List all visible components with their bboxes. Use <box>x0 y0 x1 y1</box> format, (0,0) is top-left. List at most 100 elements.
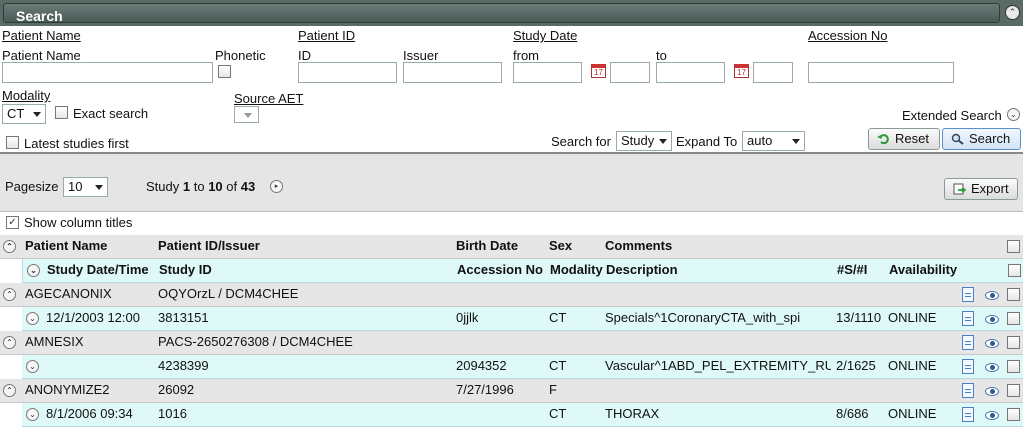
eye-icon[interactable] <box>985 291 999 300</box>
eye-icon[interactable] <box>985 363 999 372</box>
study-row[interactable]: ⌄ 8/1/2006 09:34 1016 CT THORAX 8/686 ON… <box>22 403 1023 427</box>
expand-to-label: Expand To <box>676 134 738 149</box>
extended-search-expand-icon[interactable]: ⌄ <box>1007 108 1020 121</box>
modality-value: CT <box>7 106 25 121</box>
select-checkbox[interactable] <box>1007 336 1020 349</box>
chevron-down-icon <box>95 185 103 190</box>
search-for-select[interactable]: Study <box>616 131 672 151</box>
study-row[interactable]: ⌄ 4238399 2094352 CT Vascular^1ABD_PEL_E… <box>22 355 1023 379</box>
modality-section: Modality <box>2 88 51 103</box>
chevron-down-icon <box>792 139 800 144</box>
calendar-icon[interactable]: 17 <box>734 64 749 78</box>
issuer-label: Issuer <box>403 48 439 63</box>
latest-first-label: Latest studies first <box>24 136 129 151</box>
description: THORAX <box>605 406 660 421</box>
document-icon[interactable] <box>962 335 974 350</box>
patient-row[interactable]: ⌃ AMNESIX PACS-2650276308 / DCM4CHEE <box>0 331 1023 355</box>
accession-input[interactable] <box>808 62 954 83</box>
search-button[interactable]: Search <box>942 128 1021 150</box>
expand-icon[interactable]: ⌄ <box>27 264 40 277</box>
collapse-panel-icon[interactable]: ⌃ <box>1005 5 1020 20</box>
search-for-value: Study <box>621 133 655 148</box>
paging-study-word: Study <box>146 179 180 194</box>
date-to-input[interactable] <box>656 62 725 83</box>
patient-name-input[interactable] <box>2 62 213 83</box>
col-series-instances: #S/#I <box>837 262 868 277</box>
patient-id-input[interactable] <box>298 62 397 83</box>
select-checkbox[interactable] <box>1007 288 1020 301</box>
collapse-icon[interactable]: ⌃ <box>3 384 16 397</box>
modality: CT <box>549 358 567 373</box>
select-checkbox[interactable] <box>1008 264 1021 277</box>
paging-to-word: to <box>193 179 205 194</box>
select-checkbox[interactable] <box>1007 360 1020 373</box>
latest-first-checkbox[interactable] <box>6 136 19 149</box>
extended-search-label[interactable]: Extended Search <box>902 108 1002 123</box>
select-checkbox[interactable] <box>1007 312 1020 325</box>
from-label: from <box>513 48 539 63</box>
patient-header-row: ⌃ Patient Name Patient ID/Issuer Birth D… <box>0 235 1023 259</box>
patient-row[interactable]: ⌃ AGECANONIX OQYOrzL / DCM4CHEE <box>0 283 1023 307</box>
series-instances: 2/1625 <box>836 358 876 373</box>
col-accession: Accession No <box>457 262 543 277</box>
date-from-input[interactable] <box>513 62 582 83</box>
pagesize-label: Pagesize <box>5 179 59 194</box>
next-page-icon[interactable]: ▸ <box>270 180 283 193</box>
availability: ONLINE <box>888 358 937 373</box>
pagesize-select[interactable]: 10 <box>63 177 108 197</box>
patient-name: ANONYMIZE2 <box>25 382 110 397</box>
study-row[interactable]: ⌄ 12/1/2003 12:00 3813151 0jjlk CT Speci… <box>22 307 1023 331</box>
patient-name-label: Patient Name <box>2 48 81 63</box>
exact-search-checkbox[interactable] <box>55 106 68 119</box>
reset-label: Reset <box>895 131 929 146</box>
show-column-titles-checkbox[interactable]: ✓ <box>6 216 19 229</box>
search-label: Search <box>969 131 1011 146</box>
export-button[interactable]: Export <box>944 178 1018 200</box>
study-id: 1016 <box>158 406 187 421</box>
select-all-checkbox[interactable] <box>1007 240 1020 253</box>
time-to-input[interactable] <box>753 62 793 83</box>
col-comments: Comments <box>605 238 673 253</box>
document-icon[interactable] <box>962 311 974 326</box>
expand-to-select[interactable]: auto <box>742 131 805 151</box>
calendar-icon[interactable]: 17 <box>591 64 606 78</box>
expand-icon[interactable]: ⌄ <box>26 408 39 421</box>
issuer-input[interactable] <box>403 62 502 83</box>
eye-icon[interactable] <box>985 339 999 348</box>
select-checkbox[interactable] <box>1007 384 1020 397</box>
modality-select[interactable]: CT <box>2 104 46 124</box>
select-checkbox[interactable] <box>1007 408 1020 421</box>
eye-icon[interactable] <box>985 411 999 420</box>
paging-of-word: of <box>226 179 238 194</box>
eye-icon[interactable] <box>985 315 999 324</box>
document-icon[interactable] <box>962 383 974 398</box>
document-icon[interactable] <box>962 359 974 374</box>
expand-icon[interactable]: ⌄ <box>26 360 39 373</box>
paging-info: Study 1 to 10 of 43 <box>146 179 255 194</box>
show-column-titles-label: Show column titles <box>24 215 133 230</box>
availability: ONLINE <box>888 310 937 325</box>
chevron-down-icon <box>244 113 252 118</box>
collapse-icon[interactable]: ⌃ <box>3 336 16 349</box>
reset-button[interactable]: Reset <box>868 128 940 150</box>
reset-icon <box>877 134 889 145</box>
time-from-input[interactable] <box>610 62 650 83</box>
source-aet-select[interactable] <box>234 106 259 123</box>
accession-section: Accession No <box>808 28 888 43</box>
chevron-down-icon <box>659 139 667 144</box>
collapse-icon[interactable]: ⌃ <box>3 288 16 301</box>
patient-row[interactable]: ⌃ ANONYMIZE2 26092 7/27/1996 F <box>0 379 1023 403</box>
document-icon[interactable] <box>962 407 974 422</box>
expand-icon[interactable]: ⌄ <box>26 312 39 325</box>
study-date: 8/1/2006 09:34 <box>46 406 133 421</box>
phonetic-checkbox[interactable] <box>218 65 231 78</box>
availability: ONLINE <box>888 406 937 421</box>
patient-name-section: Patient Name <box>2 28 81 43</box>
description: Specials^1CoronaryCTA_with_spi <box>605 310 801 325</box>
sex: F <box>549 382 557 397</box>
collapse-all-icon[interactable]: ⌃ <box>3 240 16 253</box>
study-id: 3813151 <box>158 310 209 325</box>
series-instances: 13/1110 <box>836 310 882 325</box>
eye-icon[interactable] <box>985 387 999 396</box>
document-icon[interactable] <box>962 287 974 302</box>
